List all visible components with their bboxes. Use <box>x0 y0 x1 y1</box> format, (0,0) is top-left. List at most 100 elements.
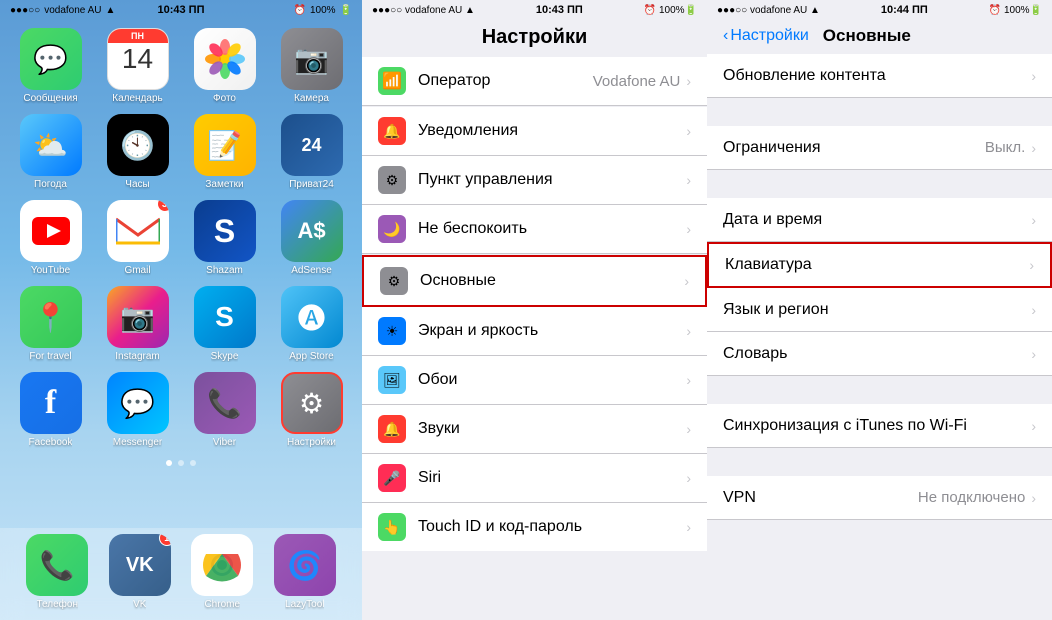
dot-1 <box>166 460 172 466</box>
settings-row-touchid[interactable]: 👆 Touch ID и код-пароль › <box>362 503 707 551</box>
app-maps[interactable]: 📍 For travel <box>12 286 89 362</box>
general-row-language[interactable]: Язык и регион › <box>707 288 1052 332</box>
app-messenger[interactable]: 💬 Messenger <box>99 372 176 448</box>
settings-row-sounds[interactable]: 🔔 Звуки › <box>362 405 707 454</box>
carrier-info-1: ●●●○○ vodafone AU ▲ <box>10 5 115 16</box>
status-bar-1: ●●●○○ vodafone AU ▲ 10:43 ПП ⏰ 100% 🔋 <box>0 0 362 20</box>
back-button[interactable]: ‹ Настройки <box>723 27 809 45</box>
general-row-content-update[interactable]: Обновление контента › <box>707 54 1052 98</box>
wifi-2: ▲ <box>465 5 475 16</box>
app-viber[interactable]: 📞 Viber <box>186 372 263 448</box>
maps-label: For travel <box>29 351 71 362</box>
app-facebook[interactable]: f Facebook <box>12 372 89 448</box>
datetime-label: Дата и время <box>723 211 1031 229</box>
display-chevron: › <box>686 323 691 339</box>
display-icon: ☀ <box>378 317 406 345</box>
settings-row-wallpaper[interactable]: 🖼 Обои › <box>362 356 707 405</box>
notes-icon: 📝 <box>194 114 256 176</box>
app-skype[interactable]: S Skype <box>186 286 263 362</box>
camera-label: Камера <box>294 93 329 104</box>
app-privat24[interactable]: 24 Приват24 <box>273 114 350 190</box>
camera-icon: 📷 <box>281 28 343 90</box>
itunes-chevron: › <box>1031 418 1036 434</box>
app-vk[interactable]: 1 VK VK <box>109 534 171 610</box>
vk-label: VK <box>133 599 146 610</box>
privat24-icon: 24 <box>281 114 343 176</box>
signal-3: ●●●○○ <box>717 5 747 16</box>
settings-row-display[interactable]: ☀ Экран и яркость › <box>362 307 707 356</box>
section-gap-4 <box>707 448 1052 476</box>
general-row-restrictions[interactable]: Ограничения Выкл. › <box>707 126 1052 170</box>
app-clock[interactable]: 🕙 Часы <box>99 114 176 190</box>
gmail-icon: 3 <box>107 200 169 262</box>
app-notes[interactable]: 📝 Заметки <box>186 114 263 190</box>
app-phone[interactable]: 📞 Телефон <box>26 534 88 610</box>
app-gmail[interactable]: 3 Gmail <box>99 200 176 276</box>
status-bar-3: ●●●○○ vodafone AU ▲ 10:44 ПП ⏰ 100%🔋 <box>707 0 1052 20</box>
general-settings-list: Обновление контента › Ограничения Выкл. … <box>707 54 1052 620</box>
vpn-value: Не подключено <box>918 489 1025 506</box>
signal-2: ●●●○○ <box>372 5 402 16</box>
general-row-itunes[interactable]: Синхронизация с iTunes по Wi-Fi › <box>707 404 1052 448</box>
time-3: 10:44 ПП <box>881 4 928 16</box>
notes-label: Заметки <box>205 179 243 190</box>
phone-general-screen: ●●●○○ vodafone AU ▲ 10:44 ПП ⏰ 100%🔋 ‹ Н… <box>707 0 1052 620</box>
settings-row-general[interactable]: ⚙ Основные › <box>362 255 707 307</box>
adsense-label: AdSense <box>291 265 332 276</box>
content-update-chevron: › <box>1031 68 1036 84</box>
appstore-icon: 🅐 <box>281 286 343 348</box>
skype-icon: S <box>194 286 256 348</box>
app-youtube[interactable]: YouTube <box>12 200 89 276</box>
siri-icon: 🎤 <box>378 464 406 492</box>
app-instagram[interactable]: 📷 Instagram <box>99 286 176 362</box>
facebook-label: Facebook <box>29 437 73 448</box>
wallpaper-label: Обои <box>418 371 686 389</box>
back-chevron-icon: ‹ <box>723 27 728 45</box>
wallpaper-chevron: › <box>686 372 691 388</box>
time-1: 10:43 ПП <box>157 4 204 16</box>
page-indicator <box>0 456 362 470</box>
lazytool-label: LazyTool <box>285 599 324 610</box>
general-title: Основные <box>823 26 911 46</box>
app-shazam[interactable]: S Shazam <box>186 200 263 276</box>
app-weather[interactable]: ⛅ Погода <box>12 114 89 190</box>
weather-label: Погода <box>34 179 67 190</box>
app-camera[interactable]: 📷 Камера <box>273 28 350 104</box>
app-settings[interactable]: ⚙ Настройки <box>273 372 350 448</box>
restrictions-chevron: › <box>1031 140 1036 156</box>
restrictions-value: Выкл. <box>985 139 1025 156</box>
settings-row-dnd[interactable]: 🌙 Не беспокоить › <box>362 205 707 254</box>
sounds-chevron: › <box>686 421 691 437</box>
facebook-icon: f <box>20 372 82 434</box>
app-chrome[interactable]: Chrome <box>191 534 253 610</box>
app-calendar[interactable]: ПН 14 Календарь <box>99 28 176 104</box>
app-photos[interactable]: Фото <box>186 28 263 104</box>
app-appstore[interactable]: 🅐 App Store <box>273 286 350 362</box>
keyboard-label: Клавиатура <box>725 256 1029 274</box>
sounds-icon: 🔔 <box>378 415 406 443</box>
touchid-chevron: › <box>686 519 691 535</box>
general-row-datetime[interactable]: Дата и время › <box>707 198 1052 242</box>
phone-home-screen: ●●●○○ vodafone AU ▲ 10:43 ПП ⏰ 100% 🔋 💬 … <box>0 0 362 620</box>
dnd-chevron: › <box>686 221 691 237</box>
settings-row-notifications[interactable]: 🔔 Уведомления › <box>362 107 707 156</box>
app-adsense[interactable]: A$ AdSense <box>273 200 350 276</box>
app-lazytool[interactable]: 🌀 LazyTool <box>274 534 336 610</box>
operator-chevron: › <box>686 73 691 89</box>
settings-row-operator[interactable]: 📶 Оператор Vodafone AU › <box>362 57 707 106</box>
dictionary-label: Словарь <box>723 345 1031 363</box>
keyboard-chevron: › <box>1029 257 1034 273</box>
dnd-icon: 🌙 <box>378 215 406 243</box>
messenger-icon: 💬 <box>107 372 169 434</box>
privat24-label: Приват24 <box>289 179 334 190</box>
restrictions-label: Ограничения <box>723 139 985 157</box>
general-row-dictionary[interactable]: Словарь › <box>707 332 1052 376</box>
messages-label: Сообщения <box>23 93 77 104</box>
general-row-keyboard[interactable]: Клавиатура › <box>707 242 1052 288</box>
settings-row-control[interactable]: ⚙ Пункт управления › <box>362 156 707 205</box>
app-messages[interactable]: 💬 Сообщения <box>12 28 89 104</box>
general-icon: ⚙ <box>380 267 408 295</box>
shazam-label: Shazam <box>206 265 243 276</box>
general-row-vpn[interactable]: VPN Не подключено › <box>707 476 1052 520</box>
settings-row-siri[interactable]: 🎤 Siri › <box>362 454 707 503</box>
